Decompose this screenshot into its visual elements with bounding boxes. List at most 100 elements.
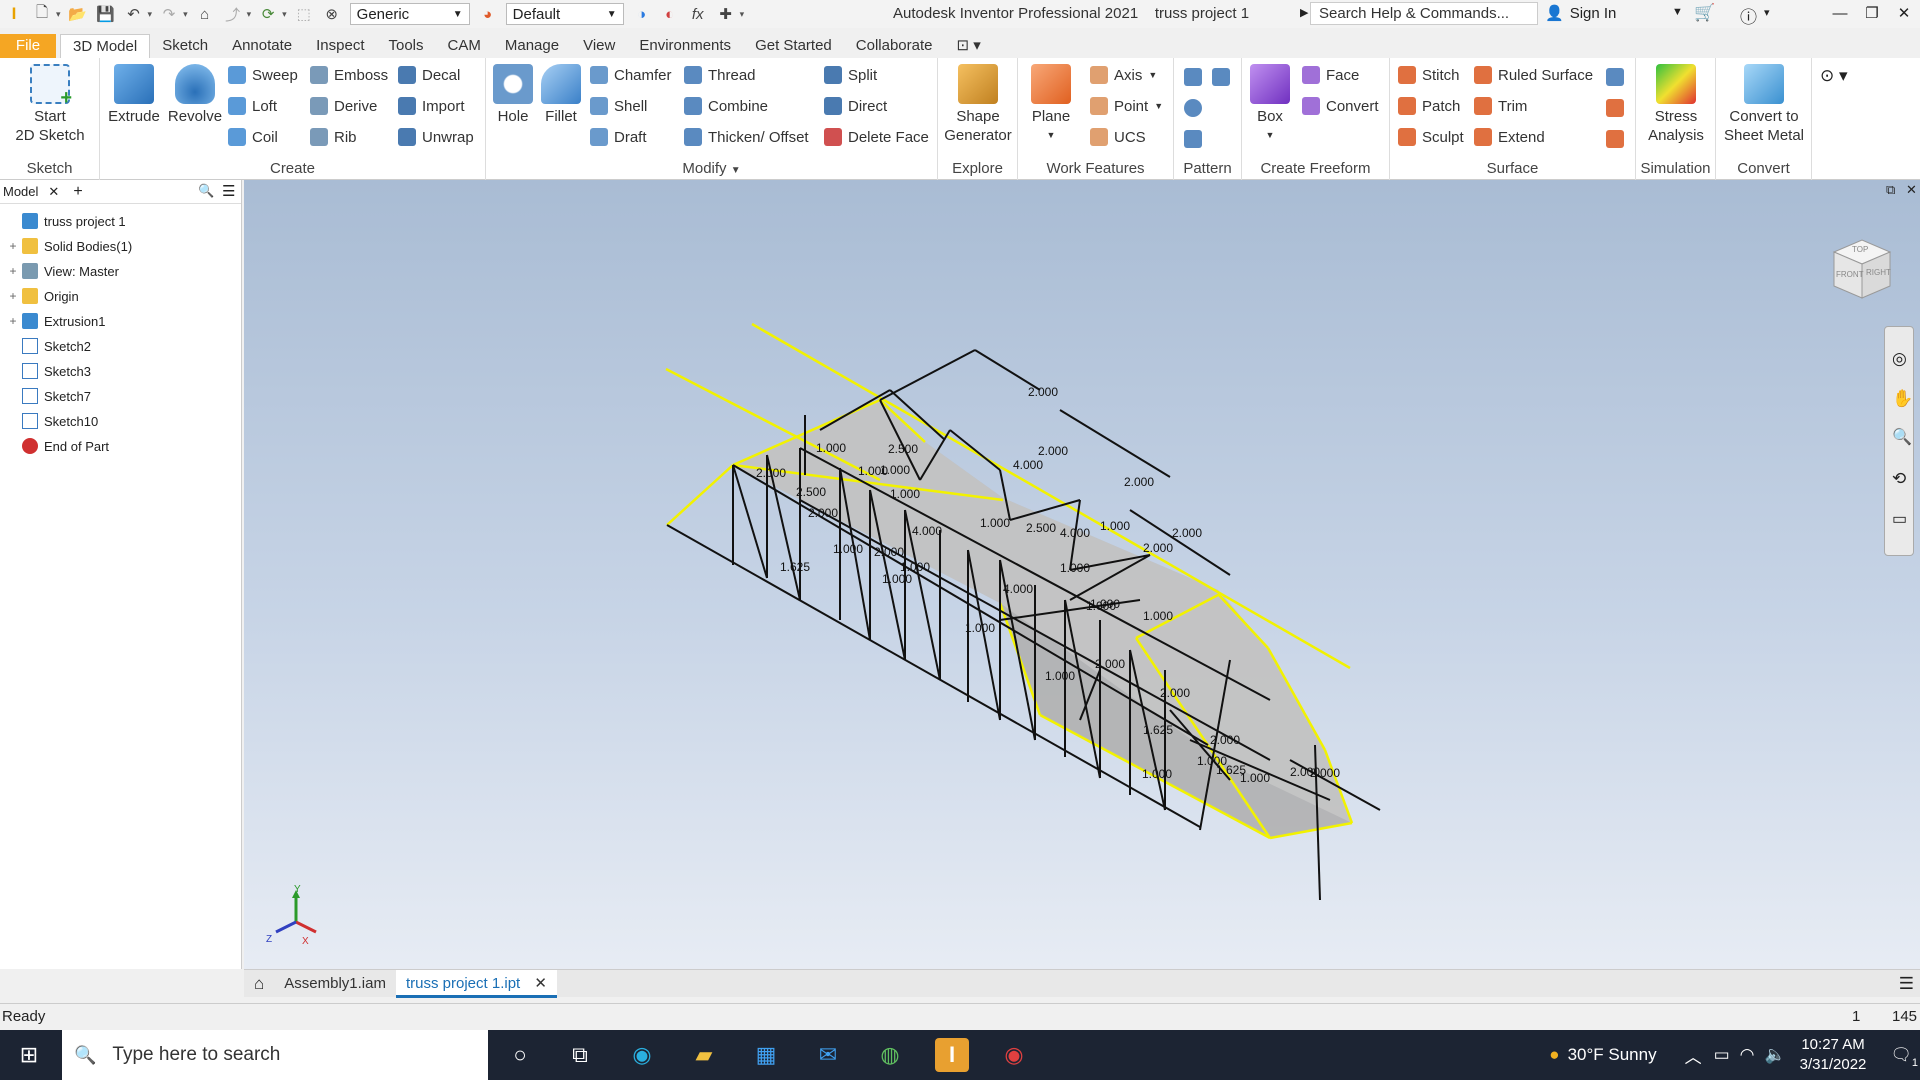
emboss-button[interactable]: Emboss [310,66,388,84]
start-2d-sketch-button[interactable]: + Start 2D Sketch [8,64,92,145]
mail-icon[interactable]: ✉ [811,1038,845,1072]
viewcube[interactable]: TOP FRONT RIGHT [1824,232,1896,304]
close-icon[interactable]: ✕ [48,184,59,200]
search-icon[interactable]: 🔍 [198,183,214,199]
tab-tools[interactable]: Tools [377,34,436,58]
graphics-viewport[interactable]: 2.000 2.000 4.000 2.000 2.000 1.000 2.500 1.000… [244,180,1920,969]
chrome-icon[interactable]: ◉ [997,1038,1031,1072]
tab-view[interactable]: View [571,34,627,58]
close-icon[interactable]: ✕ [1888,0,1920,28]
ruled-surface-button[interactable]: Ruled Surface [1474,66,1593,84]
dimension-label[interactable]: 1.000 [1045,669,1075,683]
tree-item[interactable]: + Origin [6,285,79,307]
sign-in-button[interactable]: 👤 Sign In [1545,4,1616,23]
dimension-label[interactable]: 1.000 [1142,767,1172,781]
app-icon[interactable]: ◍ [873,1038,907,1072]
chamfer-button[interactable]: Chamfer [590,66,672,84]
mirror-icon[interactable] [1212,68,1230,86]
axis-button[interactable]: Axis ▼ [1090,66,1157,84]
viewport-close-icon[interactable]: ✕ [1906,182,1917,198]
dimension-label[interactable]: 2.000 [1143,541,1173,555]
convert-freeform-button[interactable]: Convert [1302,97,1379,115]
material-combo[interactable]: Default ▼ [505,3,624,25]
look-at-icon[interactable]: ▭ [1892,509,1907,529]
dimension-label[interactable]: 1.625 [1143,723,1173,737]
import-button[interactable]: Import [398,97,465,115]
shape-generator-button[interactable]: Shape Generator [942,64,1014,145]
document-menu-icon[interactable]: ☰ [1899,974,1914,994]
dimension-label[interactable]: 2.000 [1095,657,1125,671]
tab-cam[interactable]: CAM [436,34,493,58]
direct-button[interactable]: Direct [824,97,887,115]
tree-item[interactable]: Sketch7 [6,385,91,407]
dimension-label[interactable]: 1.000 [900,560,930,574]
dimension-label[interactable]: 1.000 [1090,597,1120,611]
pan-icon[interactable]: ✋ [1892,389,1913,409]
volume-icon[interactable]: 🔈 [1765,1045,1786,1065]
dimension-label[interactable]: 2.000 [1160,686,1190,700]
tree-item[interactable]: End of Part [6,435,109,457]
add-tab-icon[interactable]: + [73,183,82,201]
minimize-icon[interactable]: — [1824,0,1856,28]
dimension-label[interactable]: 2.500 [1026,521,1056,535]
tree-item[interactable]: + Extrusion1 [6,310,105,332]
dimension-label[interactable]: 1.000 [890,487,920,501]
inventor-taskbar-icon[interactable]: I [935,1038,969,1072]
expand-icon[interactable]: + [6,264,20,278]
tab-collaborate[interactable]: Collaborate [844,34,945,58]
trim-button[interactable]: Trim [1474,97,1527,115]
delete-face-button[interactable]: Delete Face [824,128,929,146]
adjust-icon[interactable]: ◑ [631,3,653,25]
patch-button[interactable]: Patch [1398,97,1460,115]
ucs-button[interactable]: UCS [1090,128,1146,146]
home-icon[interactable]: ⌂ [194,3,216,25]
thicken-offset-button[interactable]: Thicken/ Offset [684,128,809,146]
tree-item[interactable]: Sketch3 [6,360,91,382]
shell-button[interactable]: Shell [590,97,647,115]
tab-annotate[interactable]: Annotate [220,34,304,58]
chevron-up-icon[interactable]: ︿ [1685,1043,1702,1068]
dimension-label[interactable]: 1.000 [1100,519,1130,533]
thread-button[interactable]: Thread [684,66,756,84]
dimension-label[interactable]: 2.000 [1038,444,1068,458]
help-icon[interactable]: ⓘ [1740,3,1757,28]
notification-icon[interactable]: 🗨 1 [1890,1045,1918,1069]
inventor-logo-icon[interactable]: I [3,3,25,25]
loft-button[interactable]: Loft [228,97,277,115]
coil-button[interactable]: Coil [228,128,278,146]
tab-file[interactable]: File [0,34,56,58]
viewport-maximize-icon[interactable]: ⧉ [1886,182,1895,198]
dimension-label[interactable]: 2.000 [1124,475,1154,489]
dimension-label[interactable]: 2.000 [1028,385,1058,399]
select-icon[interactable]: ⬚ [293,3,315,25]
dimension-label[interactable]: 2.500 [888,442,918,456]
tab-assembly1[interactable]: Assembly1.iam [274,970,396,998]
redo-dropdown-icon[interactable]: ▾ [183,9,188,20]
dimension-label[interactable]: 1.000 [980,516,1010,530]
fillet-button[interactable]: Fillet [538,64,584,126]
surface-tool-icon-2[interactable] [1606,99,1624,117]
restore-icon[interactable]: ❐ [1856,0,1888,28]
tab-3d-model[interactable]: 3D Model [60,34,151,58]
dimension-label[interactable]: 4.000 [1013,458,1043,472]
expand-icon[interactable]: + [6,289,20,303]
help-dropdown-icon[interactable]: ▾ [1764,6,1770,19]
dimension-label[interactable]: 2.000 [756,466,786,480]
dimension-label[interactable]: 1.000 [882,572,912,586]
circular-pattern-icon[interactable] [1184,99,1202,117]
cortana-icon[interactable]: ○ [503,1038,537,1072]
dimension-label[interactable]: 1.000 [1240,771,1270,785]
sketch-pattern-icon[interactable] [1184,130,1202,148]
return-icon[interactable]: ⤴ [222,3,244,25]
dimension-label[interactable]: 4.000 [1060,526,1090,540]
box-button[interactable]: Box ▼ [1248,64,1292,145]
tab-get-started[interactable]: Get Started [743,34,844,58]
decal-button[interactable]: Decal [398,66,460,84]
panel-title-modify[interactable]: Modify ▼ [486,160,937,177]
appearance-combo[interactable]: Generic ▼ [349,3,470,25]
tab-manage[interactable]: Manage [493,34,571,58]
dimension-label[interactable]: 1.000 [965,621,995,635]
tree-item[interactable]: + Solid Bodies(1) [6,235,132,257]
customize-dropdown-icon[interactable]: ▾ [740,9,745,20]
weather-text[interactable]: 30°F Sunny [1568,1045,1657,1065]
